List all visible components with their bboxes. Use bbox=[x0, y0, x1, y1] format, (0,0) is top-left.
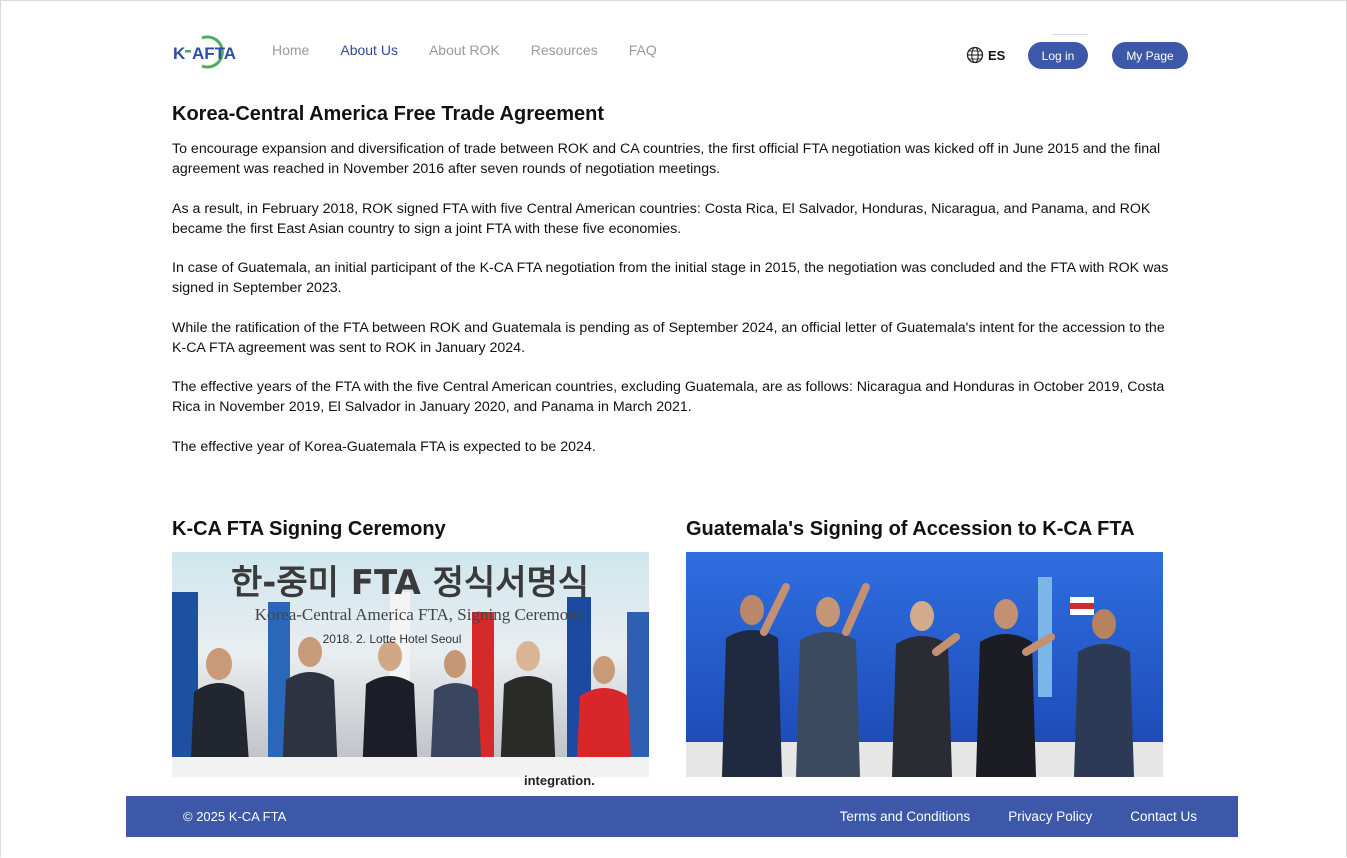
nav-faq[interactable]: FAQ bbox=[629, 42, 657, 58]
paragraph: In case of Guatemala, an initial partici… bbox=[172, 260, 1169, 296]
intro-text: To encourage expansion and diversificati… bbox=[172, 139, 1172, 476]
paragraph: While the ratification of the FTA betwee… bbox=[172, 319, 1165, 356]
nav-about-rok[interactable]: About ROK bbox=[429, 42, 500, 58]
paragraph: The effective years of the FTA with the … bbox=[172, 379, 1165, 415]
my-page-button[interactable]: My Page bbox=[1112, 42, 1188, 69]
language-switcher[interactable]: ES bbox=[966, 46, 1005, 64]
banner-korean: 한-중미 FTA 정식서명식 bbox=[231, 563, 589, 603]
nav-about-us[interactable]: About Us bbox=[340, 42, 398, 58]
page-title: Korea-Central America Free Trade Agreeme… bbox=[172, 103, 605, 125]
paragraph: The effective year of Korea-Guatemala FT… bbox=[172, 438, 596, 455]
svg-text:K: K bbox=[173, 44, 186, 63]
guatemala-accession-title: Guatemala's Signing of Accession to K-CA… bbox=[686, 518, 1135, 540]
signing-ceremony-title: K-CA FTA Signing Ceremony bbox=[172, 518, 446, 540]
guatemala-accession-photo bbox=[686, 552, 1163, 777]
globe-icon bbox=[966, 46, 984, 64]
contact-link[interactable]: Contact Us bbox=[1130, 809, 1197, 824]
main-nav: Home About Us About ROK Resources FAQ bbox=[272, 42, 688, 58]
divider bbox=[1052, 34, 1088, 35]
banner-english: Korea-Central America FTA, Signing Cerem… bbox=[255, 605, 586, 624]
paragraph: To encourage expansion and diversificati… bbox=[172, 141, 1161, 177]
site-footer: © 2025 K-CA FTA Terms and Conditions Pri… bbox=[126, 796, 1238, 837]
banner-sub: 2018. 2. Lotte Hotel Seoul bbox=[323, 632, 462, 646]
svg-text:AFTA: AFTA bbox=[192, 44, 236, 63]
login-button[interactable]: Log in bbox=[1028, 42, 1088, 69]
privacy-link[interactable]: Privacy Policy bbox=[1008, 809, 1092, 824]
signing-ceremony-photo: 한-중미 FTA 정식서명식 Korea-Central America FTA… bbox=[172, 552, 649, 777]
language-label: ES bbox=[988, 47, 1006, 63]
nav-home[interactable]: Home bbox=[272, 42, 309, 58]
site-header: K AFTA Home About Us About ROK Resources… bbox=[172, 30, 1188, 74]
copyright: © 2025 K-CA FTA bbox=[183, 809, 287, 824]
nav-resources[interactable]: Resources bbox=[531, 42, 598, 58]
photo-caption: integration. bbox=[524, 773, 595, 788]
paragraph: As a result, in February 2018, ROK signe… bbox=[172, 200, 1151, 237]
terms-link[interactable]: Terms and Conditions bbox=[840, 809, 971, 824]
footer-links: Terms and Conditions Privacy Policy Cont… bbox=[840, 809, 1197, 824]
k-afta-logo[interactable]: K AFTA bbox=[172, 32, 244, 72]
